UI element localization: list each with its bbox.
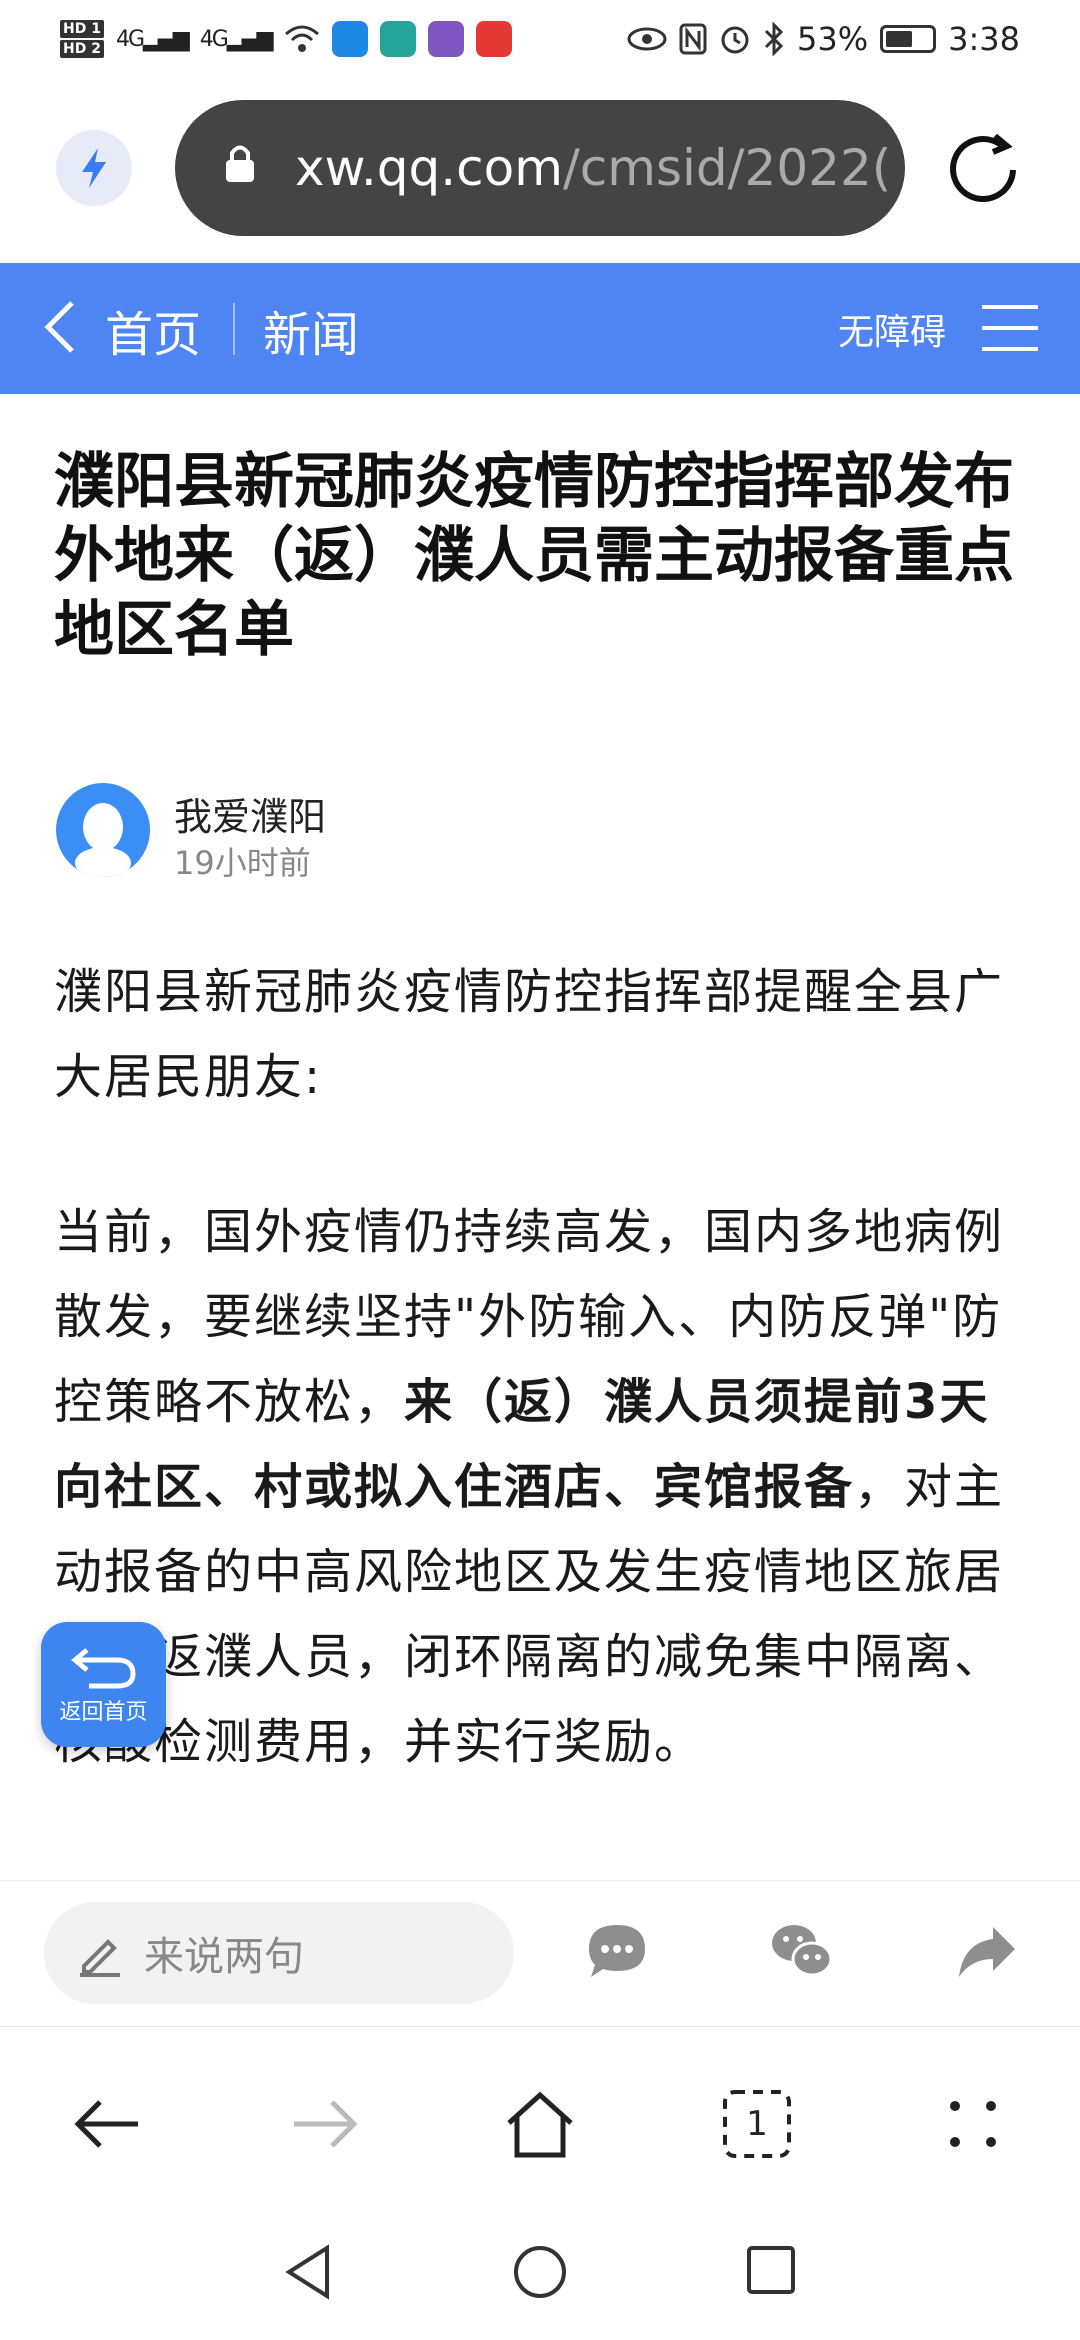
lock-icon [226, 145, 254, 182]
comment-input[interactable]: 来说两句 [44, 1902, 514, 2004]
hd1-label: HD 1 [60, 20, 104, 38]
signal-1-icon: 4G▂▄▆ [115, 26, 190, 52]
wifi-icon [284, 25, 319, 52]
comment-icon[interactable] [585, 1921, 649, 1981]
app-notification-icon-1 [331, 21, 368, 57]
wechat-icon[interactable] [770, 1921, 834, 1981]
comment-placeholder: 来说两句 [144, 1934, 304, 1980]
url-bar[interactable]: xw.qq.com/cmsid/2022( [175, 100, 905, 236]
book-icon [475, 21, 512, 57]
battery-icon [880, 25, 937, 53]
penguin-avatar-icon [75, 803, 131, 877]
status-bar: HD 1 HD 2 4G▂▄▆ 4G▂▄▆ 53% 3:38 [0, 0, 1080, 78]
browser-toolbar: 1 [0, 2026, 1080, 2216]
article-title: 濮阳县新冠肺炎疫情防控指挥部发布外地来（返）濮人员需主动报备重点地区名单 [54, 447, 1014, 665]
nav-home-link[interactable]: 首页 [105, 295, 201, 365]
music-icon [427, 21, 464, 57]
author-name[interactable]: 我爱濮阳 [174, 786, 326, 841]
signal-1-label: 4G [115, 26, 145, 52]
url-path: /cmsid/2022( [562, 139, 892, 197]
status-right: 53% 3:38 [627, 20, 1020, 58]
more-button[interactable] [928, 2079, 1018, 2169]
hd2-label: HD 2 [60, 40, 104, 58]
signal-2-icon: 4G▂▄▆ [199, 26, 274, 52]
arrow-left-icon [74, 2100, 138, 2148]
url-host: xw.qq.com [295, 139, 563, 197]
comment-bar: 来说两句 [0, 1880, 1080, 2024]
pen-icon [80, 1939, 120, 1977]
back-button[interactable] [62, 2079, 152, 2169]
hd-indicator: HD 1 HD 2 [60, 19, 104, 59]
app-notification-icon-2 [379, 21, 416, 57]
share-icon[interactable] [955, 1921, 1019, 1981]
grid-dots-icon [950, 2101, 996, 2147]
arrow-right-icon [294, 2100, 358, 2148]
clock: 3:38 [948, 20, 1020, 58]
browser-address-row: xw.qq.com/cmsid/2022( [0, 100, 1080, 240]
lightning-button[interactable] [56, 130, 132, 206]
menu-icon[interactable] [980, 301, 1040, 355]
signal-2-label: 4G [199, 26, 229, 52]
status-left: HD 1 HD 2 4G▂▄▆ 4G▂▄▆ [60, 19, 512, 59]
home-button[interactable] [495, 2079, 585, 2169]
battery-percent: 53% [797, 20, 869, 58]
lightning-icon [82, 148, 106, 188]
site-nav-bar: 首页 新闻 无障碍 [0, 263, 1080, 394]
back-home-button[interactable]: 返回首页 [41, 1622, 166, 1747]
tabs-count: 1 [746, 2104, 768, 2144]
article-paragraph-1: 濮阳县新冠肺炎疫情防控指挥部提醒全县广大居民朋友: [54, 964, 1005, 1105]
chevron-left-icon[interactable] [40, 297, 80, 357]
back-home-label: 返回首页 [59, 1699, 148, 1725]
accessibility-link[interactable]: 无障碍 [838, 303, 946, 355]
tabs-button[interactable]: 1 [712, 2079, 802, 2169]
eye-icon [627, 27, 667, 51]
nav-news-link[interactable]: 新闻 [263, 295, 359, 365]
nav-divider [233, 303, 235, 355]
system-recents-icon[interactable] [745, 2244, 797, 2296]
home-icon [507, 2091, 573, 2158]
system-back-icon[interactable] [283, 2244, 335, 2300]
author-avatar[interactable] [56, 783, 150, 877]
return-arrow-icon [70, 1647, 136, 1688]
publish-time: 19小时前 [174, 844, 311, 882]
system-home-icon[interactable] [512, 2244, 568, 2300]
bluetooth-icon [764, 22, 784, 56]
system-nav-bar [0, 2216, 1080, 2340]
alarm-icon [721, 26, 749, 54]
reload-icon[interactable] [945, 130, 1023, 208]
article-paragraph-2: 当前，国外疫情仍持续高发，国内多地病例散发，要继续坚持"外防输入、内防反弹"防控… [54, 1190, 1039, 1785]
nfc-icon [679, 23, 707, 55]
forward-button[interactable] [280, 2079, 370, 2169]
